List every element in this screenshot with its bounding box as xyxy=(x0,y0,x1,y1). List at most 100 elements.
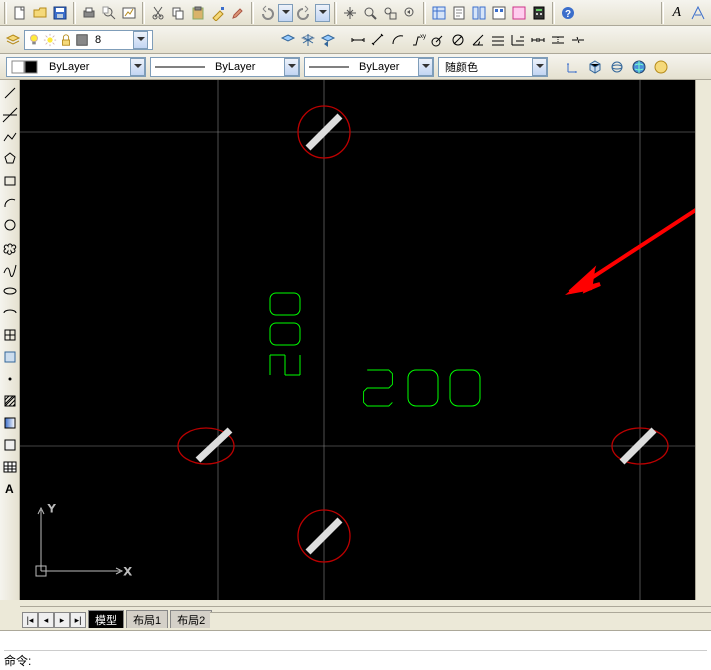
ucs-icon[interactable] xyxy=(564,58,582,76)
plot-icon[interactable] xyxy=(120,4,138,22)
layer-manager-icon[interactable] xyxy=(4,31,22,49)
sep xyxy=(423,2,426,24)
sep xyxy=(661,2,664,24)
viewcube-icon[interactable] xyxy=(586,58,604,76)
anno-icon[interactable] xyxy=(687,4,709,22)
lineweight-dd[interactable] xyxy=(418,58,433,76)
table-icon[interactable] xyxy=(1,458,19,476)
spline-icon[interactable] xyxy=(1,260,19,278)
calc-icon[interactable] xyxy=(530,4,548,22)
ellipse-arc-icon[interactable] xyxy=(1,304,19,322)
drawing-canvas[interactable]: 500 500 xyxy=(20,80,711,600)
print-icon[interactable] xyxy=(80,4,98,22)
point-icon[interactable] xyxy=(1,370,19,388)
block-icon[interactable] xyxy=(1,348,19,366)
redo-icon[interactable] xyxy=(295,4,313,22)
preview-icon[interactable] xyxy=(100,4,118,22)
dim-space-icon[interactable] xyxy=(549,31,567,49)
matchprop-icon[interactable] xyxy=(209,4,227,22)
polygon-icon[interactable] xyxy=(1,150,19,168)
text-style-icon[interactable]: A xyxy=(668,4,685,22)
linetype-dd[interactable] xyxy=(284,58,299,76)
tab-first-icon[interactable]: |◂ xyxy=(22,612,38,628)
tab-nav: |◂ ◂ ▸ ▸| xyxy=(22,612,86,628)
dim-continue-icon[interactable] xyxy=(529,31,547,49)
tab-next-icon[interactable]: ▸ xyxy=(54,612,70,628)
undo-dropdown[interactable] xyxy=(278,4,293,22)
3dorbit-icon[interactable] xyxy=(608,58,626,76)
save-icon[interactable] xyxy=(51,4,69,22)
revcloud-icon[interactable] xyxy=(1,238,19,256)
brush-icon[interactable] xyxy=(229,4,247,22)
canvas-hscroll[interactable] xyxy=(210,612,711,628)
pan-icon[interactable] xyxy=(341,4,359,22)
zoom-prev-icon[interactable] xyxy=(401,4,419,22)
lock-icon xyxy=(59,33,73,47)
ellipse-icon[interactable] xyxy=(1,282,19,300)
linetype-combo[interactable]: ByLayer xyxy=(150,57,300,77)
layer-dropdown[interactable]: 8 xyxy=(24,30,153,50)
rect-icon[interactable] xyxy=(1,172,19,190)
properties-toolbar: ByLayer ByLayer ByLayer 随颜色 xyxy=(0,54,711,80)
dim-radius-icon[interactable] xyxy=(429,31,447,49)
undo-icon[interactable] xyxy=(258,4,276,22)
color-combo[interactable]: ByLayer xyxy=(6,57,146,77)
pline-icon[interactable] xyxy=(1,128,19,146)
region-icon[interactable] xyxy=(1,436,19,454)
paste-icon[interactable] xyxy=(189,4,207,22)
plotstyle-dd[interactable] xyxy=(532,58,547,76)
sep xyxy=(142,2,145,24)
tab-model[interactable]: 模型 xyxy=(88,610,124,628)
dim-ordinate-icon[interactable]: xy xyxy=(409,31,427,49)
tab-layout1[interactable]: 布局1 xyxy=(126,610,168,628)
dim-text-horizontal xyxy=(364,370,480,406)
hatch-icon[interactable] xyxy=(1,392,19,410)
markup-icon[interactable] xyxy=(510,4,528,22)
dim-aligned-icon[interactable] xyxy=(369,31,387,49)
plotstyle-combo[interactable]: 随颜色 xyxy=(438,57,548,77)
cut-icon[interactable] xyxy=(149,4,167,22)
properties-icon[interactable] xyxy=(430,4,448,22)
tab-prev-icon[interactable]: ◂ xyxy=(38,612,54,628)
world-icon[interactable] xyxy=(630,58,648,76)
lineweight-combo[interactable]: ByLayer xyxy=(304,57,434,77)
layer-freeze-icon[interactable] xyxy=(299,31,317,49)
arc-icon[interactable] xyxy=(1,194,19,212)
open-icon[interactable] xyxy=(31,4,49,22)
redo-dropdown[interactable] xyxy=(315,4,330,22)
dim-angular-icon[interactable] xyxy=(469,31,487,49)
tab-layout2[interactable]: 布局2 xyxy=(170,610,212,628)
help-icon[interactable]: ? xyxy=(559,4,577,22)
mtext-icon[interactable]: A xyxy=(1,480,19,498)
color-dd[interactable] xyxy=(130,58,145,76)
layer-dd-arrow[interactable] xyxy=(133,31,148,49)
dim-arc-icon[interactable] xyxy=(389,31,407,49)
dim-baseline-icon[interactable] xyxy=(509,31,527,49)
copy-icon[interactable] xyxy=(169,4,187,22)
dim-linear-icon[interactable] xyxy=(349,31,367,49)
new-icon[interactable] xyxy=(11,4,29,22)
plotstyle-value: 随颜色 xyxy=(439,59,484,75)
dim-diameter-icon[interactable] xyxy=(449,31,467,49)
gradient-icon[interactable] xyxy=(1,414,19,432)
circle-icon[interactable] xyxy=(1,216,19,234)
sun-icon xyxy=(43,33,57,47)
dim-quick-icon[interactable] xyxy=(489,31,507,49)
zoom-win-icon[interactable] xyxy=(381,4,399,22)
visual-icon[interactable] xyxy=(652,58,670,76)
canvas-vscroll[interactable] xyxy=(695,80,711,600)
linetype-value: ByLayer xyxy=(209,61,261,73)
sheet-icon[interactable] xyxy=(450,4,468,22)
xline-icon[interactable] xyxy=(1,106,19,124)
line-icon[interactable] xyxy=(1,84,19,102)
layer-iso-icon[interactable] xyxy=(279,31,297,49)
layer-prev-icon[interactable] xyxy=(319,31,337,49)
zoom-rt-icon[interactable] xyxy=(361,4,379,22)
ucs-icon: Y X xyxy=(36,503,132,578)
dim-break-icon[interactable] xyxy=(569,31,587,49)
toolpal-icon[interactable] xyxy=(470,4,488,22)
insert-icon[interactable] xyxy=(1,326,19,344)
tab-last-icon[interactable]: ▸| xyxy=(70,612,86,628)
command-line[interactable]: 命令: xyxy=(0,630,711,670)
dcenter-icon[interactable] xyxy=(490,4,508,22)
